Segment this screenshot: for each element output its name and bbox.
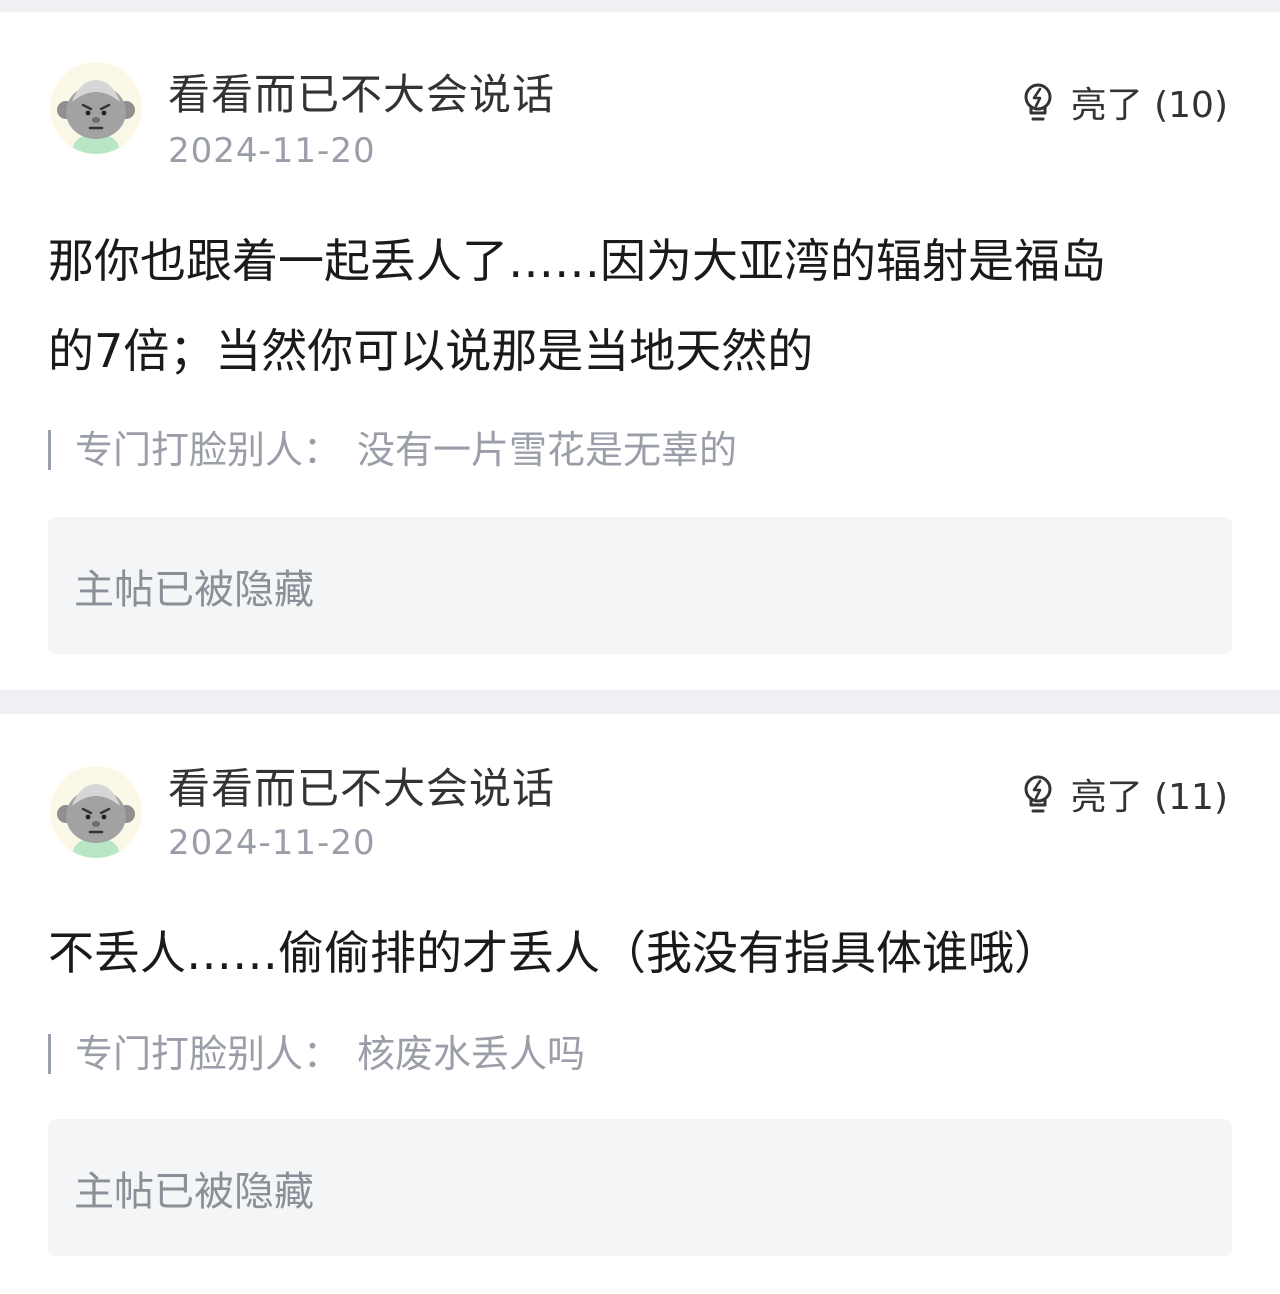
lightbulb-icon [1024, 775, 1052, 813]
light-count: 亮了 (10) [1070, 85, 1228, 126]
reply-card: 看看而已不大会说话 2024-11-20 亮了 (10) 那你也跟着一起丢人了…… [0, 12, 1280, 690]
grumpy-face-avatar-icon [50, 766, 142, 858]
reply-card: 看看而已不大会说话 2024-11-20 亮了 (11) 不丢人……偷偷排的才丢… [0, 714, 1280, 1294]
card-divider [0, 690, 1280, 714]
quoted-reply[interactable]: 专门打脸别人： 没有一片雪花是无辜的 [48, 430, 737, 470]
light-button[interactable]: 亮了 (10) [1019, 76, 1228, 128]
quoted-username: 专门打脸别人： [75, 1032, 342, 1076]
light-count: 亮了 (11) [1070, 777, 1228, 818]
username[interactable]: 看看而已不大会说话 [168, 74, 555, 116]
avatar[interactable] [50, 62, 142, 154]
username[interactable]: 看看而已不大会说话 [168, 768, 555, 810]
post-date: 2024-11-20 [168, 131, 376, 171]
grumpy-face-avatar-icon [50, 62, 142, 154]
hidden-post-notice[interactable]: 主帖已被隐藏 [48, 517, 1232, 654]
post-date: 2024-11-20 [168, 823, 376, 863]
avatar[interactable] [50, 766, 142, 858]
hidden-post-notice[interactable]: 主帖已被隐藏 [48, 1119, 1232, 1256]
reply-content: 那你也跟着一起丢人了……因为大亚湾的辐射是福岛的7倍；当然你可以说那是当地天然的 [48, 234, 1106, 378]
reply-content: 不丢人……偷偷排的才丢人（我没有指具体谁哦） [48, 926, 1060, 980]
quoted-text: 核废水丢人吗 [357, 1032, 586, 1076]
light-button[interactable]: 亮了 (11) [1019, 768, 1228, 820]
quoted-reply[interactable]: 专门打脸别人： 核废水丢人吗 [48, 1034, 585, 1074]
quoted-username: 专门打脸别人： [75, 428, 342, 472]
top-divider [0, 0, 1280, 12]
quoted-text: 没有一片雪花是无辜的 [357, 428, 738, 472]
lightbulb-icon [1024, 83, 1052, 121]
